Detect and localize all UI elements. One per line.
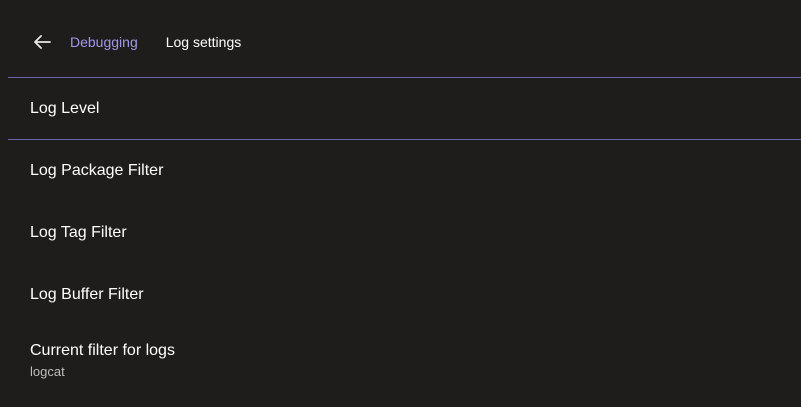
breadcrumb-parent[interactable]: Debugging xyxy=(70,34,138,50)
list-item-log-buffer-filter[interactable]: Log Buffer Filter xyxy=(8,264,801,326)
list-item-title: Log Package Filter xyxy=(30,162,164,179)
page-title: Log settings xyxy=(165,34,242,50)
list-item-title: Log Tag Filter xyxy=(30,224,127,241)
settings-list: Log Level Log Package Filter Log Tag Fil… xyxy=(8,78,801,396)
list-item-log-package-filter[interactable]: Log Package Filter xyxy=(8,140,801,202)
list-item-title: Log Level xyxy=(30,99,100,117)
list-item-title: Log Buffer Filter xyxy=(30,286,144,303)
back-button[interactable] xyxy=(30,30,54,54)
list-item-title: Current filter for logs xyxy=(30,342,175,359)
app-bar: Debugging Log settings xyxy=(8,7,801,78)
settings-screen: Debugging Log settings Log Level Log Pac… xyxy=(8,7,801,407)
arrow-left-icon xyxy=(34,35,51,49)
list-item-current-filter[interactable]: Current filter for logs logcat xyxy=(8,326,801,396)
list-item-log-level[interactable]: Log Level xyxy=(8,78,801,140)
list-item-summary: logcat xyxy=(30,364,65,379)
list-item-log-tag-filter[interactable]: Log Tag Filter xyxy=(8,202,801,264)
